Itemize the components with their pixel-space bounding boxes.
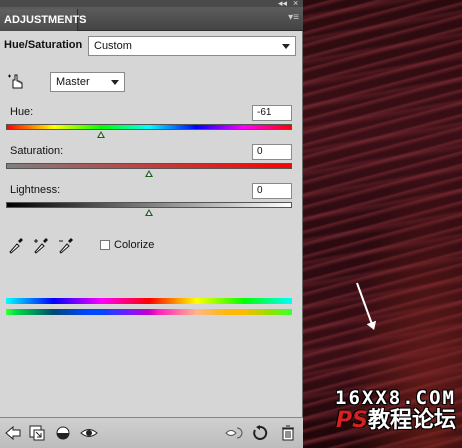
lightness-label: Lightness: xyxy=(10,184,61,196)
hue-slider-thumb[interactable] xyxy=(96,131,105,138)
input-color-bar xyxy=(6,298,292,304)
saturation-label: Saturation: xyxy=(10,145,64,157)
hue-slider-track[interactable] xyxy=(6,124,292,130)
reset-icon[interactable] xyxy=(251,424,269,442)
chevron-down-icon xyxy=(282,44,290,49)
eye-icon[interactable] xyxy=(80,424,98,442)
hue-label: Hue: xyxy=(10,106,34,118)
watermark: 16XX8.COM PS教程论坛 xyxy=(335,387,456,433)
saturation-input[interactable]: 0 xyxy=(252,144,292,160)
hand-finger-icon[interactable] xyxy=(7,72,25,90)
watermark-cn: 教程论坛 xyxy=(367,408,456,433)
view-previous-icon[interactable] xyxy=(225,424,243,442)
channel-select[interactable]: Master xyxy=(50,72,125,92)
watermark-title: PS教程论坛 xyxy=(335,409,456,433)
layer-visibility-mask-icon[interactable] xyxy=(54,424,72,442)
eyedropper-plus-icon[interactable] xyxy=(33,237,49,255)
colorize-checkbox[interactable] xyxy=(100,240,110,250)
panel-bottom-toolbar xyxy=(0,417,303,448)
preset-select-value: Custom xyxy=(94,40,132,52)
lightness-slider-thumb[interactable] xyxy=(145,209,153,216)
tab-adjustments[interactable]: ADJUSTMENTS xyxy=(0,9,87,31)
colorize-label: Colorize xyxy=(114,239,155,251)
clip-to-layer-icon[interactable] xyxy=(28,424,46,442)
channel-select-value: Master xyxy=(56,76,90,88)
preset-select[interactable]: Custom xyxy=(88,36,296,56)
adjustments-panel: ◂◂ × ADJUSTMENTS ▾≡ Hue/Saturation Custo… xyxy=(0,0,303,448)
panel-tab-row: ADJUSTMENTS ▾≡ xyxy=(0,7,303,31)
adjustment-title: Hue/Saturation xyxy=(4,39,83,51)
colorize-option[interactable]: Colorize xyxy=(100,239,154,251)
eyedropper-minus-icon[interactable] xyxy=(58,237,74,255)
eyedropper-icon[interactable] xyxy=(8,237,24,255)
lightness-input[interactable]: 0 xyxy=(252,183,292,199)
panel-top-strip: ◂◂ × xyxy=(0,0,303,8)
panel-menu-icon[interactable]: ▾≡ xyxy=(288,12,299,23)
output-color-bar xyxy=(6,309,292,315)
saturation-slider-track[interactable] xyxy=(6,163,292,169)
watermark-ps: PS xyxy=(336,408,368,433)
watermark-domain: 16XX8.COM xyxy=(335,387,456,409)
back-arrow-icon[interactable] xyxy=(4,424,22,442)
trash-icon[interactable] xyxy=(279,424,297,442)
document-canvas xyxy=(303,0,462,448)
hue-input[interactable]: -61 xyxy=(252,105,292,121)
saturation-slider-thumb[interactable] xyxy=(145,170,153,177)
chevron-down-icon xyxy=(111,80,119,85)
lightness-slider-track[interactable] xyxy=(6,202,292,208)
